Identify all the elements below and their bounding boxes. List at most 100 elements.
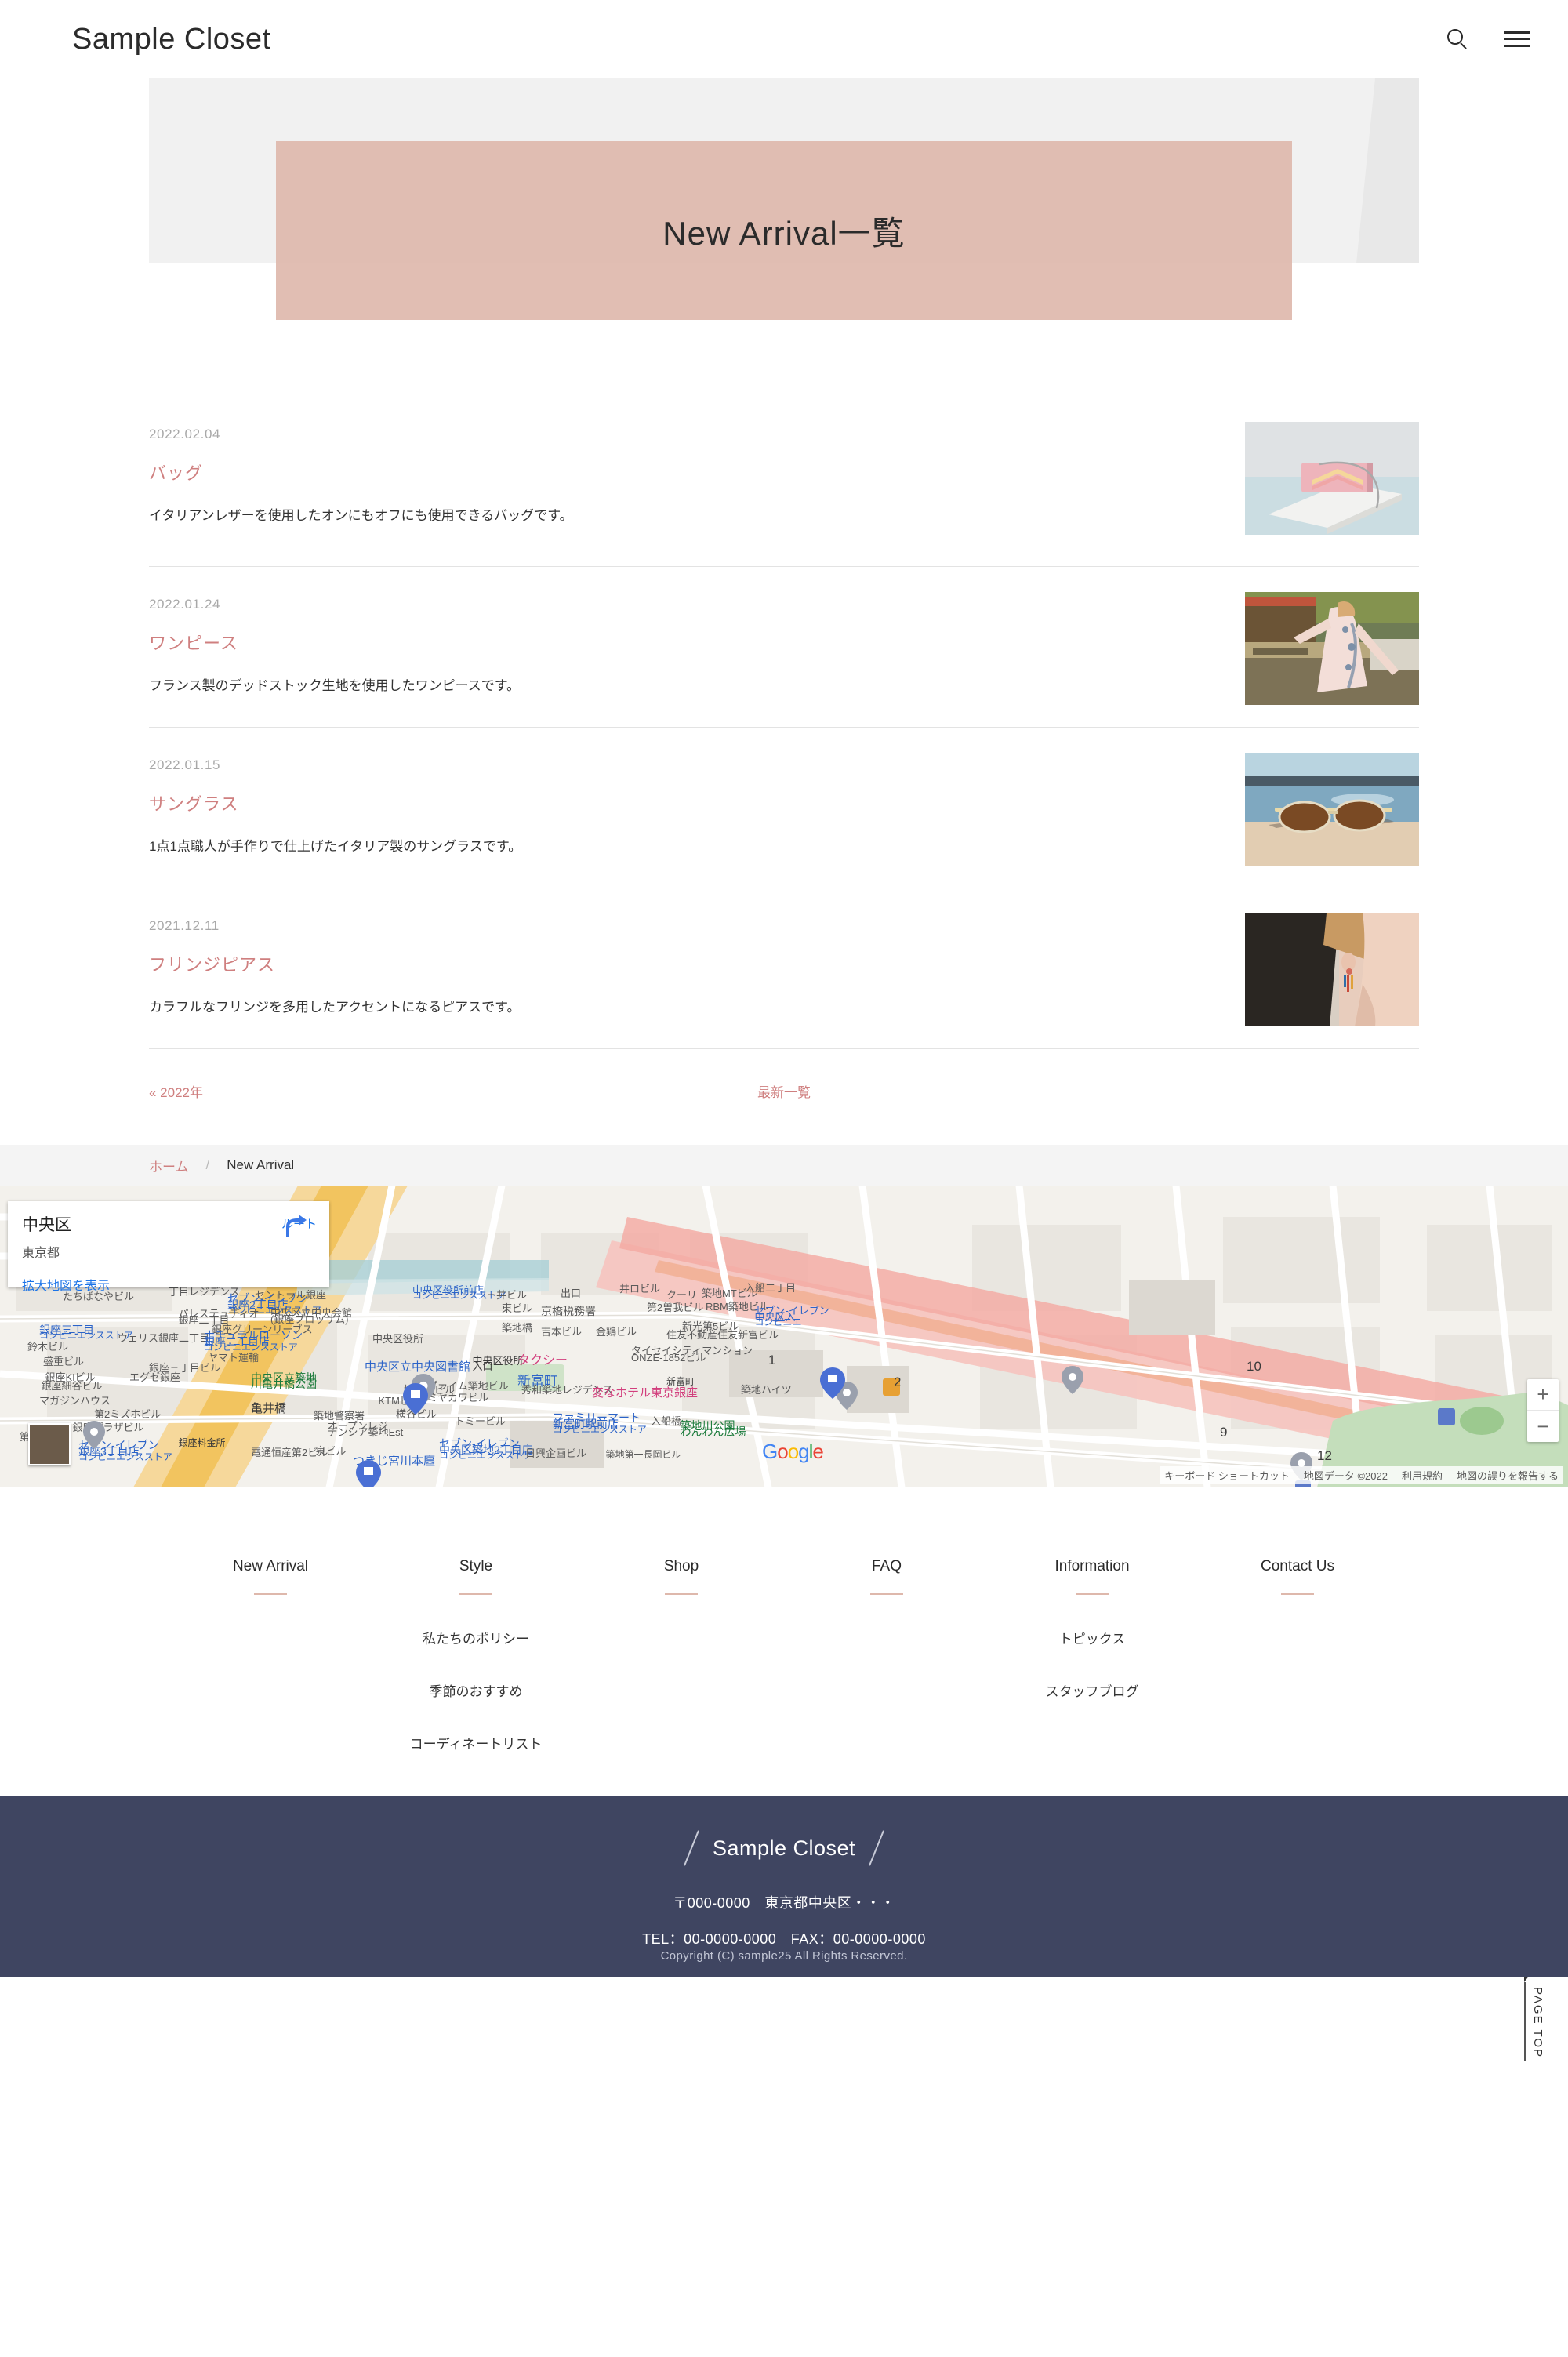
list-item[interactable]: 2022.01.15 サングラス 1点1点職人が手作りで仕上げたイタリア製のサン…: [149, 728, 1419, 888]
footer-column-rule: [1076, 1593, 1109, 1595]
header-tools: [1441, 23, 1534, 56]
map-zoom-controls[interactable]: + −: [1527, 1379, 1559, 1442]
footer-column-title[interactable]: Information: [1002, 1558, 1182, 1575]
list-item[interactable]: 2022.02.04 バッグ イタリアンレザーを使用したオンにもオフにも使用でき…: [149, 406, 1419, 567]
footer-column-title[interactable]: FAQ: [797, 1558, 977, 1575]
article-list: 2022.02.04 バッグ イタリアンレザーを使用したオンにもオフにも使用でき…: [149, 320, 1419, 1112]
list-item[interactable]: 2022.01.24 ワンピース フランス製のデッドストック生地を使用したワンピ…: [149, 567, 1419, 728]
footer-navigation: New Arrival Style 私たちのポリシー 季節のおすすめ コーディネ…: [180, 1487, 1388, 1752]
directions-arrow-icon: [285, 1215, 307, 1237]
google-logo: Google: [762, 1440, 824, 1463]
svg-text:9: 9: [1220, 1425, 1227, 1440]
footer-column-information: Information トピックス スタッフブログ: [1002, 1558, 1182, 1752]
svg-text:2: 2: [894, 1375, 901, 1389]
footer-copyright: Copyright (C) sample25 All Rights Reserv…: [660, 1949, 908, 1963]
site-logo[interactable]: Sample Closet: [72, 23, 271, 56]
footer-column-rule: [459, 1593, 492, 1595]
post-date: 2022.01.24: [149, 597, 221, 612]
footer-column-title[interactable]: Contact Us: [1207, 1558, 1388, 1575]
menu-button[interactable]: [1501, 23, 1534, 56]
footer-column-items: 私たちのポリシー 季節のおすすめ コーディネートリスト: [386, 1628, 566, 1752]
map-card-title: 中央区: [22, 1216, 71, 1234]
search-icon: [1447, 29, 1468, 49]
post-date: 2021.12.11: [149, 918, 220, 933]
map-zoom-in-button[interactable]: +: [1527, 1379, 1559, 1411]
footer-link[interactable]: 私たちのポリシー: [386, 1628, 566, 1647]
hero-banner: New Arrival一覧: [0, 78, 1568, 320]
footer-link[interactable]: 季節のおすすめ: [386, 1680, 566, 1700]
post-date: 2022.01.15: [149, 757, 221, 772]
footer-brand: Sample Closet: [712, 1836, 856, 1860]
footer-link[interactable]: トピックス: [1002, 1628, 1182, 1647]
map-attribution: キーボード ショートカット 地図データ ©2022 利用規約 地図の誤りを報告す…: [1160, 1466, 1563, 1484]
map-report-error-link[interactable]: 地図の誤りを報告する: [1457, 1468, 1559, 1483]
post-thumbnail-sunglasses[interactable]: [1245, 753, 1419, 866]
post-text: 2022.02.04 バッグ イタリアンレザーを使用したオンにもオフにも使用でき…: [149, 417, 1214, 526]
footer-column-items: トピックス スタッフブログ: [1002, 1628, 1182, 1700]
pagination-prev-year[interactable]: « 2022年: [149, 1081, 203, 1101]
footer-link[interactable]: コーディネートリスト: [386, 1733, 566, 1752]
breadcrumb-current: New Arrival: [227, 1157, 295, 1172]
pagination-latest-list[interactable]: 最新一覧: [757, 1081, 811, 1101]
footer-slash-left-icon: [684, 1830, 699, 1866]
breadcrumb-home[interactable]: ホーム: [149, 1156, 189, 1175]
footer-column-title[interactable]: Shop: [591, 1558, 771, 1575]
breadcrumb-separator: /: [205, 1157, 210, 1172]
footer-brand-row: Sample Closet: [0, 1829, 1568, 1867]
page-top-line: [1524, 1982, 1526, 2061]
footer-column-rule: [870, 1593, 903, 1595]
street-view-thumbnail[interactable]: [28, 1423, 71, 1465]
post-text: 2022.01.15 サングラス 1点1点職人が手作りで仕上げたイタリア製のサン…: [149, 748, 1214, 857]
footer-address: 〒000-0000 東京都中央区・・・: [673, 1895, 895, 1911]
map-zoom-out-button[interactable]: −: [1527, 1411, 1559, 1442]
map-terms-link[interactable]: 利用規約: [1402, 1468, 1443, 1483]
footer-column-title[interactable]: Style: [386, 1558, 566, 1575]
footer-link[interactable]: スタッフブログ: [1002, 1680, 1182, 1700]
post-description: カラフルなフリンジを多用したアクセントになるピアスです。: [149, 1000, 521, 1015]
footer-column-new-arrival: New Arrival: [180, 1558, 361, 1752]
post-text: 2021.12.11 フリンジピアス カラフルなフリンジを多用したアクセントにな…: [149, 909, 1214, 1018]
post-thumbnail-bag[interactable]: [1245, 422, 1419, 535]
footer-column-style: Style 私たちのポリシー 季節のおすすめ コーディネートリスト: [386, 1558, 566, 1752]
footer-column-shop: Shop: [591, 1558, 771, 1752]
breadcrumb: ホーム / New Arrival: [0, 1145, 1568, 1186]
list-item[interactable]: 2021.12.11 フリンジピアス カラフルなフリンジを多用したアクセントにな…: [149, 888, 1419, 1049]
post-description: フランス製のデッドストック生地を使用したワンピースです。: [149, 678, 521, 693]
svg-text:10: 10: [1247, 1359, 1261, 1374]
map-card-expand-link[interactable]: 拡大地図を表示: [22, 1275, 315, 1294]
post-title[interactable]: フリンジピアス: [149, 951, 1214, 976]
footer-column-faq: FAQ: [797, 1558, 977, 1752]
svg-text:1: 1: [768, 1353, 775, 1367]
footer-column-contact-us: Contact Us: [1207, 1558, 1388, 1752]
post-thumbnail-dress[interactable]: [1245, 592, 1419, 705]
pagination: « 2022年 最新一覧: [149, 1049, 1419, 1112]
map-card-route-button[interactable]: ルート: [281, 1214, 317, 1237]
hero-plate: New Arrival一覧: [276, 141, 1292, 320]
footer-column-rule: [665, 1593, 698, 1595]
footer-contact: TEL：00-0000-0000 FAX：00-0000-0000: [642, 1931, 926, 1947]
post-thumbnail-earring[interactable]: [1245, 913, 1419, 1026]
site-footer: Sample Closet 〒000-0000 東京都中央区・・・ TEL：00…: [0, 1796, 1568, 1977]
map-keyboard-shortcuts[interactable]: キーボード ショートカット: [1164, 1468, 1290, 1483]
map-info-card[interactable]: 中央区 東京都 拡大地図を表示 ルート: [8, 1201, 329, 1293]
search-button[interactable]: [1441, 23, 1474, 56]
hamburger-menu-icon: [1504, 31, 1530, 47]
page-top-label: PAGE TOP: [1531, 1987, 1544, 2059]
post-description: イタリアンレザーを使用したオンにもオフにも使用できるバッグです。: [149, 508, 573, 523]
map-data-credit: 地図データ ©2022: [1303, 1470, 1388, 1482]
site-header: Sample Closet: [0, 0, 1568, 78]
post-text: 2022.01.24 ワンピース フランス製のデッドストック生地を使用したワンピ…: [149, 587, 1214, 696]
page-title: New Arrival一覧: [662, 214, 906, 252]
footer-column-rule: [254, 1593, 287, 1595]
google-map[interactable]: たちばなやビル 丁目レジデンス セントラル銀座 中央区役所前店 コンビニエンスストア 三井…: [0, 1186, 1568, 1487]
post-date: 2022.02.04: [149, 427, 221, 441]
footer-column-title[interactable]: New Arrival: [180, 1558, 361, 1575]
post-title[interactable]: バッグ: [149, 459, 1214, 485]
svg-text:12: 12: [1317, 1448, 1332, 1463]
footer-slash-right-icon: [869, 1830, 884, 1866]
post-title[interactable]: サングラス: [149, 790, 1214, 815]
footer-column-rule: [1281, 1593, 1314, 1595]
post-description: 1点1点職人が手作りで仕上げたイタリア製のサングラスです。: [149, 839, 522, 854]
post-title[interactable]: ワンピース: [149, 630, 1214, 655]
map-card-subtitle: 東京都: [22, 1247, 60, 1260]
